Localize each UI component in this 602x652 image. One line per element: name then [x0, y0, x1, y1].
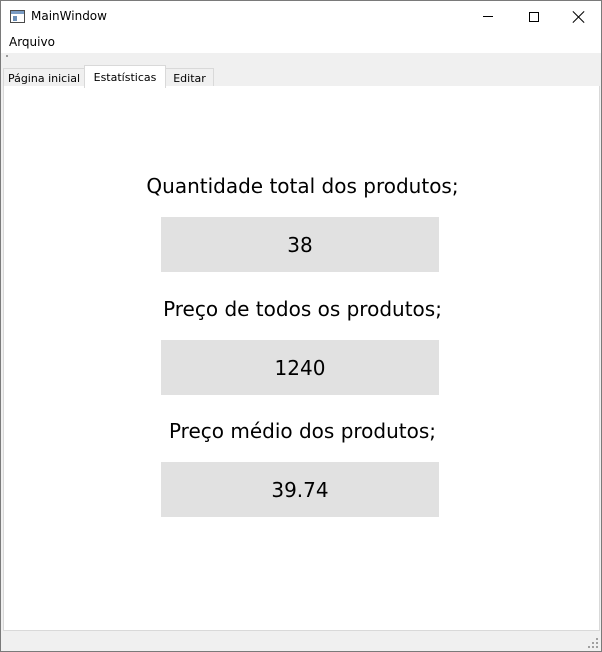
total-quantity-label: Quantidade total dos produtos;	[146, 174, 459, 198]
total-quantity-value: 38	[161, 217, 439, 272]
status-bar	[1, 631, 601, 651]
close-icon	[573, 11, 585, 23]
average-price-value: 39.74	[161, 462, 439, 517]
toolbar-handle[interactable]	[6, 55, 8, 57]
window-title: MainWindow	[31, 9, 107, 23]
tab-pagina-inicial[interactable]: Página inicial	[3, 68, 85, 87]
close-button[interactable]	[556, 1, 602, 32]
maximize-icon	[529, 11, 539, 22]
tab-content-estatisticas: Quantidade total dos produtos; 38 Preço …	[3, 86, 600, 631]
title-bar[interactable]: MainWindow	[1, 1, 601, 32]
resize-grip-icon[interactable]	[588, 638, 598, 648]
tab-bar: Página inicial Estatísticas Editar	[1, 64, 601, 88]
minimize-icon	[483, 16, 493, 17]
main-window: MainWindow Arquivo Página inicial Estatí…	[0, 0, 602, 652]
total-price-label: Preço de todos os produtos;	[163, 297, 442, 321]
tab-estatisticas[interactable]: Estatísticas	[84, 65, 166, 88]
total-price-value: 1240	[161, 340, 439, 395]
minimize-button[interactable]	[465, 1, 511, 32]
average-price-label: Preço médio dos produtos;	[168, 419, 437, 443]
tab-editar[interactable]: Editar	[165, 68, 214, 87]
app-window-icon	[10, 10, 25, 23]
menu-bar: Arquivo	[1, 32, 601, 53]
menu-arquivo[interactable]: Arquivo	[9, 35, 55, 49]
maximize-button[interactable]	[511, 1, 557, 32]
toolbar	[1, 53, 601, 64]
